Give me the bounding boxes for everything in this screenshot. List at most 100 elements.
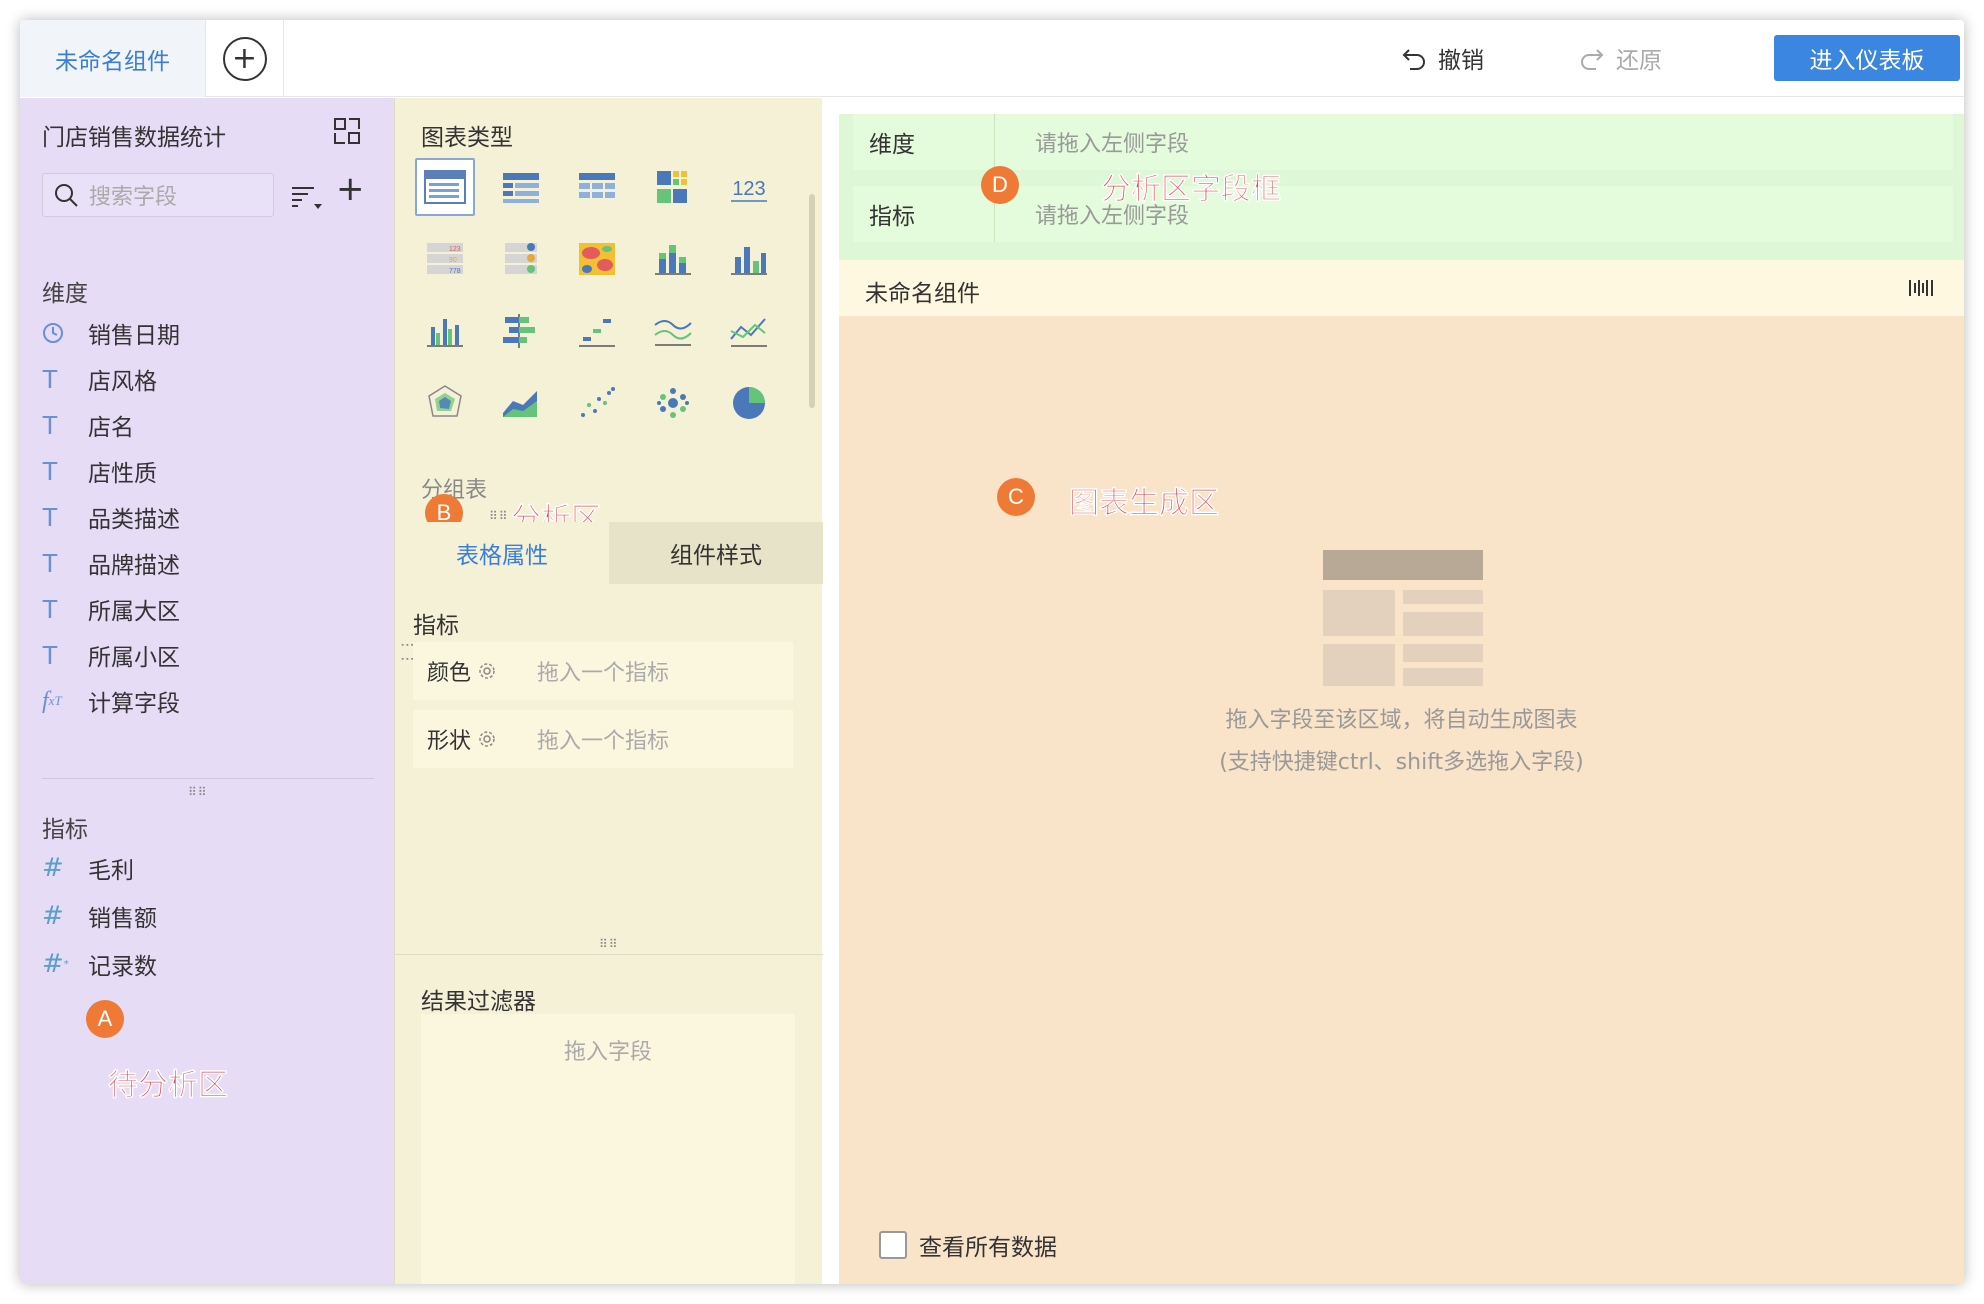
field-item[interactable]: T 店风格 [42, 356, 180, 402]
chart-type-area[interactable] [491, 374, 551, 432]
color-dropzone[interactable]: 颜色 拖入一个指标 [413, 642, 793, 700]
chart-type-bubble[interactable] [643, 374, 703, 432]
chart-type-detail-table[interactable] [491, 158, 551, 216]
line-icon [730, 318, 767, 347]
field-item[interactable]: T 品牌描述 [42, 540, 180, 586]
redo-button[interactable]: 还原 [1578, 40, 1662, 76]
chart-type-heatmap[interactable] [567, 230, 627, 288]
resize-handle[interactable]: ⠿⠿ [489, 510, 509, 522]
chart-type-bar[interactable] [491, 302, 551, 360]
barcode-icon[interactable] [1907, 274, 1935, 302]
field-item[interactable]: # 毛利 [42, 844, 157, 892]
dimension-list: 销售日期 T 店风格 T 店名 T 店性质 T 品类描述 T 品牌描述 T 所属… [42, 310, 180, 724]
tab-table-properties[interactable]: 表格属性 [395, 522, 609, 584]
field-dropzone: 维度 请拖入左侧字段 指标 请拖入左侧字段 D 分析区字段框 [839, 114, 1964, 260]
field-item[interactable]: T 所属大区 [42, 586, 180, 632]
field-item[interactable]: T 所属小区 [42, 632, 180, 678]
chart-type-kpi-dot[interactable] [491, 230, 551, 288]
shape-placeholder: 拖入一个指标 [537, 729, 670, 754]
chart-type-line[interactable] [719, 302, 779, 360]
gear-icon[interactable] [477, 729, 497, 749]
chart-types-scrollbar[interactable] [809, 194, 815, 408]
chart-type-pie[interactable] [719, 374, 779, 432]
chart-type-column[interactable] [719, 230, 779, 288]
add-field-icon[interactable]: + [336, 172, 365, 206]
gear-icon[interactable] [477, 661, 497, 681]
chart-type-group-table[interactable] [415, 158, 475, 216]
checkbox[interactable] [879, 1231, 907, 1259]
enter-dashboard-button[interactable]: 进入仪表板 [1774, 35, 1960, 81]
add-tab-button[interactable]: + [206, 20, 284, 97]
kpi-number-icon: 123 [731, 178, 767, 202]
chart-type-kpi-list[interactable]: 123 90 778 [415, 230, 475, 288]
field-label: 品牌描述 [88, 553, 180, 579]
property-tabs: 表格属性 组件样式 [395, 522, 823, 584]
search-field[interactable]: 搜索字段 [42, 173, 274, 217]
app-window: 未命名组件 + 撤销 还原 进入仪表板 门店销售数据统计 搜索字段 + 维度 销… [20, 20, 1964, 1284]
search-placeholder: 搜索字段 [89, 185, 178, 210]
component-header: 未命名组件 [839, 260, 1964, 316]
chart-type-grid: 123 123 90 778 [415, 158, 767, 432]
dimension-placeholder: 请拖入左侧字段 [1035, 132, 1190, 157]
chart-type-color-table[interactable] [643, 158, 703, 216]
empty-hint-shortcut: (支持快捷键ctrl、shift多选拖入字段) [1219, 750, 1584, 775]
field-item[interactable]: 销售日期 [42, 310, 180, 356]
tab-component-style[interactable]: 组件样式 [609, 522, 823, 584]
result-filter-title: 结果过滤器 [421, 989, 536, 1015]
dimensions-title: 维度 [42, 281, 88, 307]
switch-dataset-icon[interactable] [332, 116, 362, 146]
chart-types-title: 图表类型 [421, 125, 513, 151]
divider [42, 778, 374, 779]
color-table-icon [657, 171, 687, 203]
tab-unnamed-component[interactable]: 未命名组件 [20, 20, 206, 97]
chart-type-step[interactable] [567, 302, 627, 360]
measure-list: # 毛利 # 销售额 # * 记录数 [42, 844, 157, 988]
group-table-icon [424, 170, 466, 204]
field-label: 销售日期 [88, 323, 180, 349]
field-label: 品类描述 [88, 507, 180, 533]
svg-text:123: 123 [449, 246, 461, 253]
measure-dropzone[interactable]: 指标 请拖入左侧字段 [853, 186, 1953, 242]
field-item[interactable]: T 店名 [42, 402, 180, 448]
svg-text:123: 123 [732, 178, 765, 200]
field-item[interactable]: T 店性质 [42, 448, 180, 494]
color-placeholder: 拖入一个指标 [537, 661, 670, 686]
shape-dropzone[interactable]: 形状 拖入一个指标 [413, 710, 793, 768]
search-icon [55, 184, 78, 207]
chart-type-stacked-bar[interactable] [643, 230, 703, 288]
view-all-label: 查看所有数据 [919, 1235, 1057, 1261]
chart-type-grouped-column[interactable] [415, 302, 475, 360]
chart-type-kpi-number[interactable]: 123 [719, 158, 779, 216]
chart-type-cross-table[interactable] [567, 158, 627, 216]
step-icon [579, 319, 615, 347]
dimension-dropzone[interactable]: 维度 请拖入左侧字段 [853, 114, 1953, 170]
field-label: 毛利 [88, 858, 134, 884]
sort-filter-icon[interactable] [290, 182, 326, 212]
text-type-icon: T [42, 593, 58, 624]
svg-text:778: 778 [449, 268, 461, 275]
undo-button[interactable]: 撤销 [1400, 40, 1484, 76]
region-label-field-box: 分析区字段框 [1101, 172, 1282, 208]
view-all-data-checkbox[interactable]: 查看所有数据 [879, 1228, 1057, 1262]
field-item[interactable]: T 品类描述 [42, 494, 180, 540]
field-item[interactable]: # 销售额 [42, 892, 157, 940]
scatter-icon [581, 387, 615, 417]
marker-a: A [86, 1000, 124, 1038]
top-bar: 未命名组件 + 撤销 还原 进入仪表板 [20, 20, 1964, 97]
chart-type-wave-line[interactable] [643, 302, 703, 360]
analysis-panel: 图表类型 123 123 90 778 分组表 B ⠿⠿ 分析区 表格属性 组件… [394, 98, 823, 1284]
measures-subtitle: 指标 [413, 613, 459, 639]
dataset-title: 门店销售数据统计 [42, 125, 226, 151]
result-filter-dropzone[interactable]: 拖入字段 [421, 1014, 795, 1284]
resize-handle[interactable]: ⠿⠿ [599, 938, 619, 950]
field-item[interactable]: # * 记录数 [42, 940, 157, 988]
chart-type-scatter[interactable] [567, 374, 627, 432]
cross-table-icon [579, 173, 615, 198]
resize-handle[interactable]: ⠿⠿ [188, 786, 208, 798]
chart-generation-area[interactable]: C 图表生成区 拖入字段至该区域，将自动生成图表 (支持快捷键ctrl、shif… [839, 316, 1964, 1284]
chart-type-radar[interactable] [415, 374, 475, 432]
measure-label: 指标 [853, 186, 995, 242]
field-label: 店名 [88, 415, 134, 441]
field-item[interactable]: f xT 计算字段 [42, 678, 180, 724]
component-title[interactable]: 未命名组件 [865, 274, 980, 308]
